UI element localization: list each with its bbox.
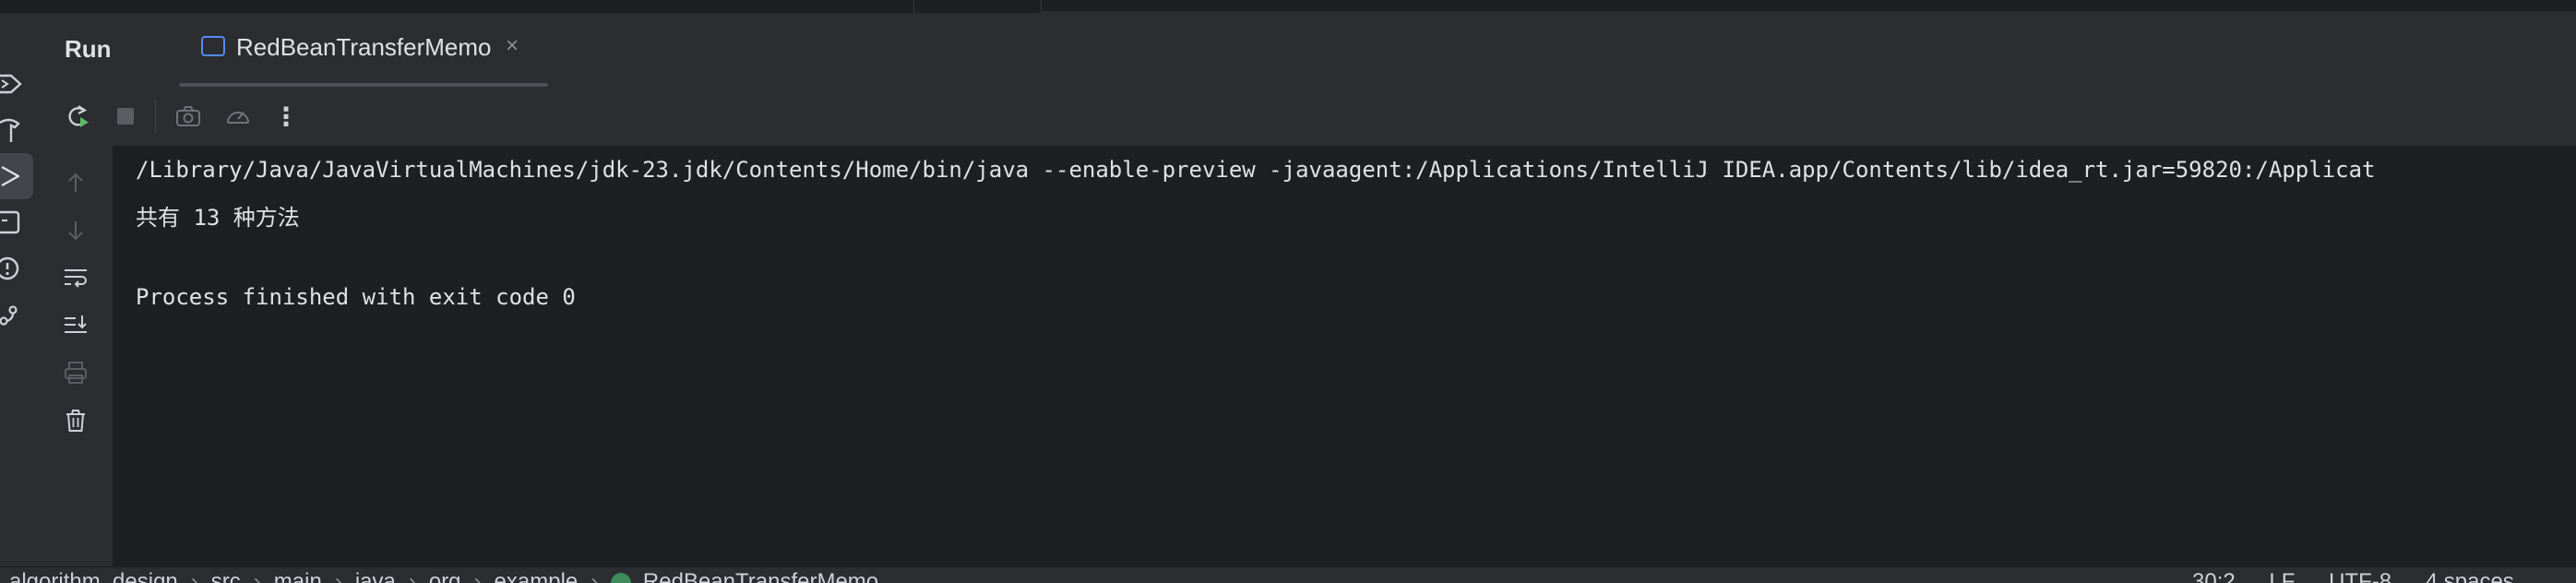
- console-side-actions: [37, 146, 113, 566]
- run-config-icon: [201, 36, 225, 56]
- more-options-icon[interactable]: ⋮: [269, 100, 303, 133]
- file-encoding[interactable]: UTF-8: [2329, 569, 2391, 583]
- tab-redbeantransfermemo[interactable]: RedBeanTransferMemo ×: [142, 13, 548, 87]
- breadcrumb-item-org[interactable]: org: [416, 569, 474, 583]
- build-icon[interactable]: [0, 107, 33, 153]
- stop-icon[interactable]: [109, 100, 142, 133]
- chevron-right-icon: ›: [334, 569, 342, 583]
- console-line-output: 共有 13 种方法: [136, 205, 300, 231]
- breadcrumb-item-main[interactable]: main: [261, 569, 335, 583]
- breadcrumb-item-java[interactable]: java: [342, 569, 409, 583]
- status-bar-right: 30:2 LF UTF-8 4 spaces: [2192, 569, 2542, 583]
- git-icon[interactable]: [0, 292, 33, 338]
- scroll-to-end-icon[interactable]: [59, 308, 92, 341]
- breadcrumb-item-class[interactable]: RedBeanTransferMemo: [598, 569, 891, 583]
- run-panel-title: Run: [65, 35, 112, 63]
- breadcrumb: algorithm_design › src › main › java › o…: [0, 569, 891, 583]
- console-line-command: /Library/Java/JavaVirtualMachines/jdk-23…: [136, 157, 2376, 183]
- ide-window: Run RedBeanTransferMemo × ⋮ /Library/Jav…: [0, 0, 2576, 583]
- console-output[interactable]: /Library/Java/JavaVirtualMachines/jdk-23…: [113, 146, 2576, 566]
- breadcrumb-item-src[interactable]: src: [198, 569, 254, 583]
- problems-icon[interactable]: [0, 245, 33, 292]
- chevron-right-icon: ›: [590, 569, 599, 583]
- class-icon: [611, 572, 632, 583]
- breadcrumb-item-project[interactable]: algorithm_design: [0, 569, 191, 583]
- run-icon[interactable]: [0, 153, 33, 199]
- down-arrow-icon[interactable]: [59, 214, 92, 247]
- run-toolbar: ⋮: [37, 87, 2576, 147]
- tool-window-strip: [0, 13, 38, 566]
- soft-wrap-icon[interactable]: [59, 260, 92, 293]
- trash-icon[interactable]: [59, 404, 92, 437]
- editor-split-strip: [0, 0, 2576, 13]
- status-bar: algorithm_design › src › main › java › o…: [0, 566, 2576, 583]
- up-arrow-icon[interactable]: [59, 166, 92, 199]
- chevron-right-icon: ›: [190, 569, 198, 583]
- rerun-icon[interactable]: [61, 100, 94, 133]
- split-divider: [913, 0, 914, 13]
- chevron-right-icon: ›: [473, 569, 482, 583]
- profiler-icon[interactable]: [221, 100, 255, 133]
- terminal-icon[interactable]: [0, 199, 33, 245]
- camera-icon[interactable]: [172, 100, 205, 133]
- toolbar-separator: [155, 100, 156, 133]
- console-line-exit: Process finished with exit code 0: [136, 284, 576, 310]
- caret-position[interactable]: 30:2: [2192, 569, 2236, 583]
- chevron-right-icon: ›: [408, 569, 416, 583]
- close-icon[interactable]: ×: [506, 33, 519, 59]
- breadcrumb-class-label: RedBeanTransferMemo: [642, 569, 879, 583]
- print-icon[interactable]: [59, 356, 92, 389]
- run-tool-window-header: Run RedBeanTransferMemo ×: [37, 13, 2576, 87]
- indent-setting[interactable]: 4 spaces: [2426, 569, 2514, 583]
- chevron-right-icon: ›: [253, 569, 261, 583]
- breadcrumb-item-example[interactable]: example: [482, 569, 591, 583]
- tab-label: RedBeanTransferMemo: [236, 33, 492, 61]
- services-icon[interactable]: [0, 61, 33, 107]
- line-ending[interactable]: LF: [2269, 569, 2295, 583]
